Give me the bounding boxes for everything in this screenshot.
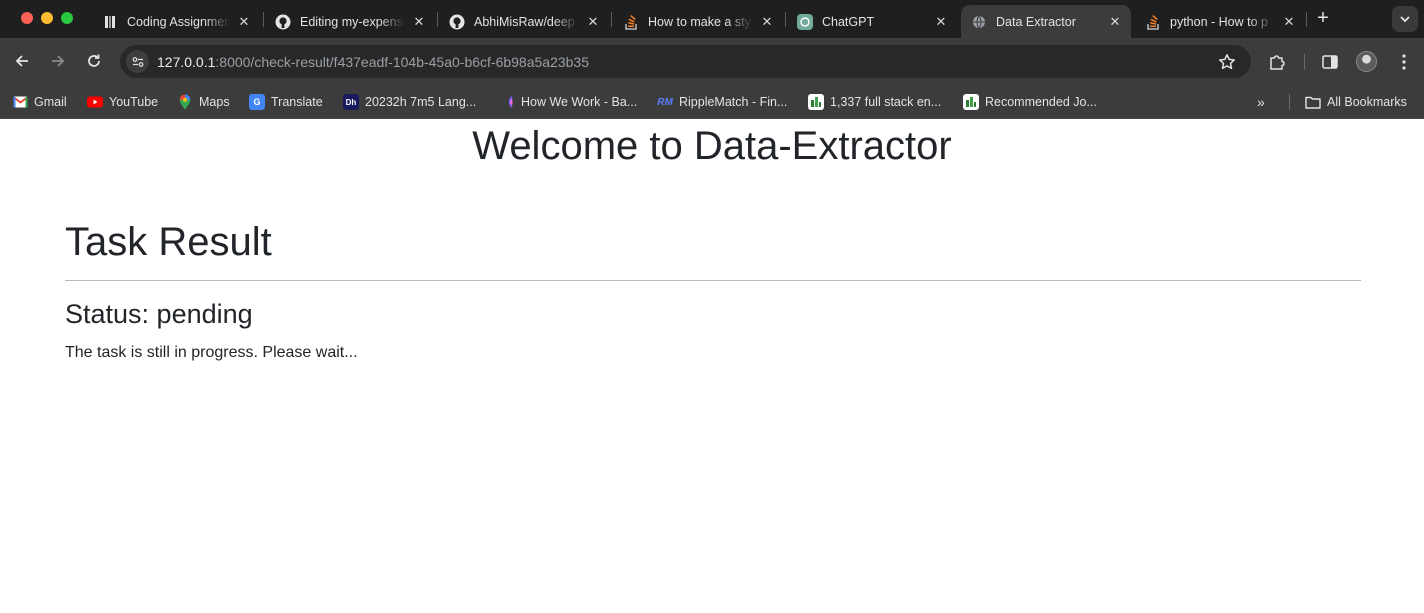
maximize-window-button[interactable]: [61, 12, 73, 24]
tab-title: ChatGPT: [822, 14, 875, 29]
close-tab-icon[interactable]: ✕: [933, 14, 949, 30]
reload-icon: [88, 54, 100, 67]
profile-avatar[interactable]: [1356, 51, 1377, 72]
close-tab-icon[interactable]: ✕: [411, 14, 427, 30]
document-icon: [102, 14, 118, 30]
globe-icon: [971, 14, 987, 30]
site-info-icon[interactable]: [126, 50, 149, 73]
maps-icon: [177, 94, 193, 110]
bookmarks-bar: Gmail YouTube Maps G Translate Dh 20232h…: [0, 85, 1424, 119]
github-icon: [275, 14, 291, 30]
all-bookmarks-button[interactable]: All Bookmarks: [1305, 91, 1407, 113]
horizontal-rule: [65, 280, 1361, 281]
browser-toolbar: 127.0.0.1:8000/check-result/f437eadf-104…: [0, 38, 1424, 85]
bookmark-recommended-jobs[interactable]: Recommended Jo...: [963, 91, 1097, 113]
tab-search-button[interactable]: [1392, 6, 1418, 32]
ripplematch-icon: RM: [657, 96, 673, 108]
folder-icon: [1305, 94, 1321, 110]
bookmark-how-we-work[interactable]: How We Work - Ba...: [499, 91, 637, 113]
jobs-icon: [808, 94, 824, 110]
tab-data-extractor[interactable]: Data Extractor ✕: [961, 5, 1131, 38]
bookmark-full-stack[interactable]: 1,337 full stack en...: [808, 91, 941, 113]
bookmark-maps[interactable]: Maps: [177, 91, 230, 113]
bookmark-label: Recommended Jo...: [985, 95, 1097, 109]
extensions-icon[interactable]: [1267, 52, 1287, 72]
bookmark-label: How We Work - Ba...: [521, 95, 638, 109]
tab-title: python - How to p: [1170, 14, 1268, 29]
reload-button[interactable]: [83, 50, 105, 72]
tab-title: Editing my-expense: [300, 14, 405, 29]
stackoverflow-icon: [1145, 14, 1161, 30]
new-tab-button[interactable]: +: [1312, 8, 1334, 30]
back-button[interactable]: [11, 50, 33, 72]
tab-coding-assignment[interactable]: Coding Assignment ✕: [92, 5, 260, 38]
translate-icon: G: [249, 94, 265, 110]
address-bar[interactable]: 127.0.0.1:8000/check-result/f437eadf-104…: [120, 45, 1251, 78]
tab-title: How to make a sty: [648, 14, 751, 29]
close-window-button[interactable]: [21, 12, 33, 24]
arrow-right-icon: [52, 55, 65, 67]
youtube-icon: [87, 94, 103, 110]
menu-kebab-icon[interactable]: [1394, 52, 1414, 72]
status-text: Status: pending: [65, 299, 253, 329]
tab-abhimisraw-deep[interactable]: AbhiMisRaw/deep ✕: [439, 5, 609, 38]
close-tab-icon[interactable]: ✕: [585, 14, 601, 30]
close-tab-icon[interactable]: ✕: [236, 14, 252, 30]
tab-chatgpt[interactable]: ChatGPT ✕: [787, 5, 957, 38]
tab-title: Data Extractor: [996, 14, 1076, 29]
github-icon: [449, 14, 465, 30]
minimize-window-button[interactable]: [41, 12, 53, 24]
page-heading: Task Result: [65, 220, 272, 264]
bookmark-ripplematch[interactable]: RM RippleMatch - Fin...: [657, 91, 787, 113]
tab-divider: [611, 12, 612, 27]
bookmarks-divider: [1289, 94, 1290, 110]
bookmark-label: YouTube: [109, 95, 159, 109]
bookmark-star-icon[interactable]: [1218, 53, 1236, 71]
gmail-icon: [12, 94, 28, 110]
tab-title: AbhiMisRaw/deep: [474, 14, 575, 29]
tab-editing-my-expense[interactable]: Editing my-expense ✕: [265, 5, 435, 38]
page-content: Welcome to Data-Extractor Task Result St…: [0, 120, 1424, 613]
stackoverflow-icon: [623, 14, 639, 30]
site-title: Welcome to Data-Extractor: [472, 124, 952, 168]
bookmark-gmail[interactable]: Gmail: [12, 91, 67, 113]
bookmark-label: RippleMatch - Fin...: [679, 95, 788, 109]
bookmark-dh[interactable]: Dh 20232h 7m5 Lang...: [343, 91, 476, 113]
jobs-icon: [963, 94, 979, 110]
bookmark-label: 20232h 7m5 Lang...: [365, 95, 477, 109]
tab-python-how-to[interactable]: python - How to p ✕: [1135, 5, 1305, 38]
bookmark-label: Translate: [271, 95, 323, 109]
close-tab-icon[interactable]: ✕: [759, 14, 775, 30]
tab-divider: [785, 12, 786, 27]
tab-how-to-make-a-style[interactable]: How to make a sty ✕: [613, 5, 783, 38]
tab-title: Coding Assignment: [127, 14, 230, 29]
close-tab-icon[interactable]: ✕: [1107, 14, 1123, 30]
bookmark-label: 1,337 full stack en...: [830, 95, 942, 109]
bookmarks-overflow-button[interactable]: »: [1257, 95, 1273, 111]
forward-button[interactable]: [47, 50, 69, 72]
tab-divider: [437, 12, 438, 27]
chatgpt-icon: [797, 13, 813, 30]
bookmark-translate[interactable]: G Translate: [249, 91, 323, 113]
url-path: :8000/check-result/f437eadf-104b-45a0-b6…: [215, 54, 590, 70]
bookmark-label: Maps: [199, 95, 230, 109]
tab-divider: [263, 12, 264, 27]
close-tab-icon[interactable]: ✕: [1281, 14, 1297, 30]
url-host: 127.0.0.1: [157, 54, 216, 70]
chevron-down-icon: [1400, 16, 1410, 23]
rainbow-icon: [499, 94, 515, 110]
tab-strip: Coding Assignment ✕ Editing my-expense ✕…: [0, 0, 1424, 38]
bookmark-label: Gmail: [34, 95, 67, 109]
url-text[interactable]: 127.0.0.1:8000/check-result/f437eadf-104…: [157, 54, 589, 70]
all-bookmarks-label: All Bookmarks: [1327, 95, 1407, 109]
bookmark-youtube[interactable]: YouTube: [87, 91, 158, 113]
tab-divider: [1306, 12, 1307, 27]
side-panel-icon[interactable]: [1320, 52, 1340, 72]
toolbar-divider: [1304, 54, 1305, 70]
dh-icon: Dh: [343, 94, 359, 110]
arrow-left-icon: [15, 55, 28, 67]
status-message: The task is still in progress. Please wa…: [65, 344, 358, 361]
